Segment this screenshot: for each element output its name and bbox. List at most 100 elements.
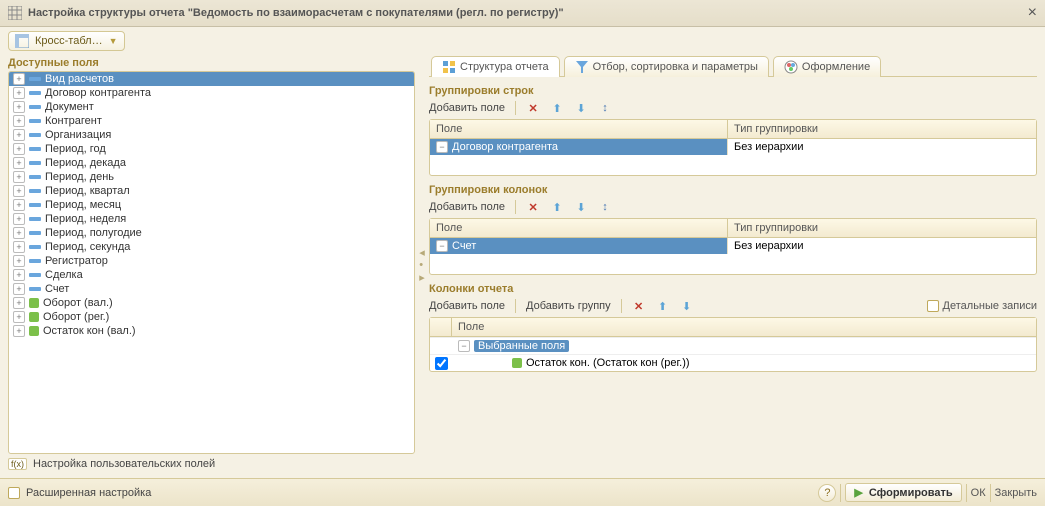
report-item-checkbox[interactable] — [435, 357, 448, 370]
crosstab-dropdown[interactable]: Кросс-табл… ▼ — [8, 31, 125, 51]
field-label: Сделка — [45, 269, 83, 281]
field-item[interactable]: +Вид расчетов — [9, 72, 414, 86]
structure-icon — [442, 60, 456, 74]
collapse-icon[interactable]: − — [436, 240, 448, 252]
expand-icon[interactable]: + — [13, 171, 25, 183]
field-item[interactable]: +Оборот (рег.) — [9, 310, 414, 324]
col-swap-icon[interactable]: ↕ — [598, 200, 612, 214]
expand-icon[interactable]: + — [13, 185, 25, 197]
field-label: Период, неделя — [45, 213, 126, 225]
field-item[interactable]: +Организация — [9, 128, 414, 142]
expand-icon[interactable]: + — [13, 297, 25, 309]
field-item[interactable]: + Период, неделя — [9, 212, 414, 226]
row-move-down-icon[interactable]: ⬇ — [574, 101, 588, 115]
expand-icon[interactable]: + — [13, 283, 25, 295]
footer: Расширенная настройка ? ▶Сформировать ОК… — [0, 478, 1045, 506]
extended-checkbox[interactable] — [8, 487, 20, 499]
user-fields-link[interactable]: f(x) Настройка пользовательских полей — [8, 454, 415, 474]
field-label: Период, день — [45, 171, 114, 183]
row-delete-icon[interactable]: ✕ — [526, 101, 540, 115]
col-groups-grid[interactable]: Поле Тип группировки − СчетБез иерархии — [429, 218, 1037, 275]
col-move-up-icon[interactable]: ⬆ — [550, 200, 564, 214]
field-item[interactable]: +Контрагент — [9, 114, 414, 128]
expand-icon[interactable]: + — [13, 213, 25, 225]
tab[interactable]: Отбор, сортировка и параметры — [564, 56, 769, 77]
expand-icon[interactable]: + — [13, 143, 25, 155]
field-item[interactable]: + Период, декада — [9, 156, 414, 170]
field-item[interactable]: + Сделка — [9, 268, 414, 282]
report-cols-grid[interactable]: Поле −Выбранные поля Остаток кон. (Остат… — [429, 317, 1037, 372]
col-add-field-link[interactable]: Добавить поле — [429, 201, 505, 213]
grid-row[interactable]: − СчетБез иерархии — [430, 238, 1036, 254]
titlebar: Настройка структуры отчета "Ведомость по… — [0, 0, 1045, 27]
field-item[interactable]: + Договор контрагента — [9, 86, 414, 100]
row-groups-grid[interactable]: Поле Тип группировки − Договор контраген… — [429, 119, 1037, 176]
report-add-field-link[interactable]: Добавить поле — [429, 300, 505, 312]
grid-row[interactable]: − Договор контрагентаБез иерархии — [430, 139, 1036, 155]
detail-records-checkbox[interactable] — [927, 300, 939, 312]
report-move-up-icon[interactable]: ⬆ — [656, 299, 670, 313]
expand-icon[interactable]: + — [13, 157, 25, 169]
dimension-icon — [29, 175, 41, 179]
field-item[interactable]: +Оборот (вал.) — [9, 296, 414, 310]
field-label: Период, год — [45, 143, 106, 155]
field-label: Остаток кон (вал.) — [43, 325, 136, 337]
field-item[interactable]: +Период, полугодие — [9, 226, 414, 240]
field-item[interactable]: +Период, секунда — [9, 240, 414, 254]
expand-icon[interactable]: + — [13, 255, 25, 267]
expand-icon[interactable]: + — [13, 73, 25, 85]
field-item[interactable]: + Счет — [9, 282, 414, 296]
help-icon[interactable]: ? — [818, 484, 836, 502]
row-add-field-link[interactable]: Добавить поле — [429, 102, 505, 114]
row-swap-icon[interactable]: ↕ — [598, 101, 612, 115]
field-item[interactable]: +Регистратор — [9, 254, 414, 268]
field-item[interactable]: + Период, день — [9, 170, 414, 184]
form-button[interactable]: ▶Сформировать — [845, 483, 961, 502]
field-item[interactable]: +Период, месяц — [9, 198, 414, 212]
report-delete-icon[interactable]: ✕ — [632, 299, 646, 313]
expand-icon[interactable]: + — [13, 269, 25, 281]
ok-button[interactable]: ОК — [971, 487, 986, 499]
report-row-item[interactable]: Остаток кон. (Остаток кон (рег.)) — [430, 354, 1036, 371]
field-item[interactable]: + Остаток кон (вал.) — [9, 324, 414, 338]
measure-icon — [29, 298, 39, 308]
expand-icon[interactable]: + — [13, 129, 25, 141]
field-item[interactable]: +Период, квартал — [9, 184, 414, 198]
field-item[interactable]: +Документ — [9, 100, 414, 114]
splitter[interactable]: ◂•▸ — [419, 55, 425, 474]
expand-icon[interactable]: + — [13, 227, 25, 239]
fx-icon: f(x) — [8, 458, 27, 470]
expand-icon[interactable]: + — [13, 87, 25, 99]
expand-icon[interactable]: + — [13, 199, 25, 211]
expand-icon[interactable]: + — [13, 241, 25, 253]
col-move-down-icon[interactable]: ⬇ — [574, 200, 588, 214]
field-label: Счет — [45, 283, 69, 295]
report-move-down-icon[interactable]: ⬇ — [680, 299, 694, 313]
field-label: Период, декада — [45, 157, 126, 169]
close-button[interactable]: Закрыть — [995, 487, 1037, 499]
tab-label: Отбор, сортировка и параметры — [593, 61, 758, 73]
dimension-icon — [29, 231, 41, 235]
expand-icon[interactable]: + — [13, 101, 25, 113]
row-move-up-icon[interactable]: ⬆ — [550, 101, 564, 115]
tab[interactable]: Структура отчета — [431, 56, 560, 77]
expand-icon[interactable]: + — [13, 311, 25, 323]
tab[interactable]: Оформление — [773, 56, 881, 77]
collapse-icon[interactable]: − — [436, 141, 448, 153]
col-delete-icon[interactable]: ✕ — [526, 200, 540, 214]
app-icon — [8, 6, 22, 20]
expand-icon[interactable]: + — [13, 325, 25, 337]
available-fields-heading: Доступные поля — [8, 55, 415, 71]
collapse-icon[interactable]: − — [458, 340, 470, 352]
measure-icon — [29, 326, 39, 336]
report-add-group-link[interactable]: Добавить группу — [526, 300, 611, 312]
close-icon[interactable]: × — [1028, 4, 1037, 22]
available-fields-list[interactable]: +Вид расчетов+Договор контрагента+Докуме… — [8, 71, 415, 454]
expand-icon[interactable]: + — [13, 115, 25, 127]
dimension-icon — [29, 91, 41, 95]
report-row-group[interactable]: −Выбранные поля — [430, 337, 1036, 354]
field-label: Договор контрагента — [45, 87, 151, 99]
tab-label: Структура отчета — [460, 61, 549, 73]
detail-records[interactable]: Детальные записи — [927, 300, 1037, 312]
field-item[interactable]: + Период, год — [9, 142, 414, 156]
